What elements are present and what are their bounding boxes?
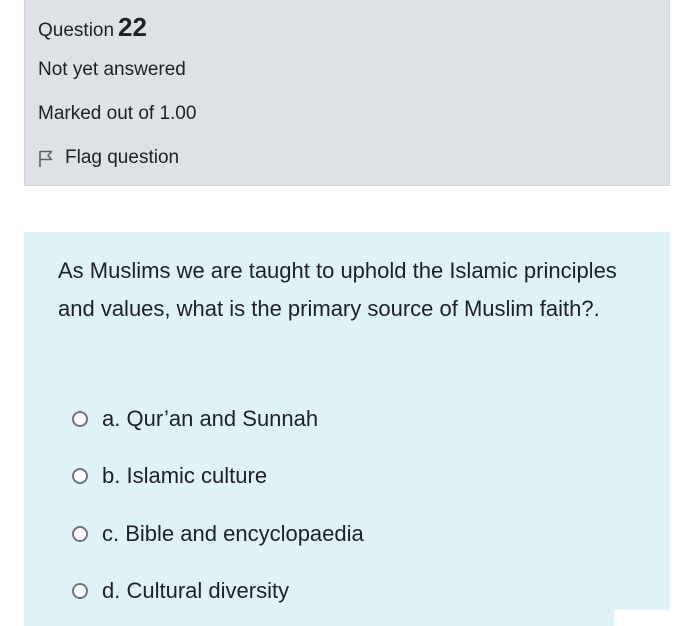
answer-letter-a: a. bbox=[102, 406, 121, 431]
answer-text-a: Qur’an and Sunnah bbox=[126, 406, 319, 431]
radio-button-c[interactable] bbox=[72, 526, 88, 542]
answer-option-c[interactable]: c. Bible and encyclopaedia bbox=[72, 519, 364, 549]
radio-button-a[interactable] bbox=[72, 411, 88, 427]
flag-outline-icon bbox=[38, 150, 54, 168]
answer-option-a[interactable]: a. Qur’an and Sunnah bbox=[72, 404, 318, 434]
answer-option-d[interactable]: d. Cultural diversity bbox=[72, 576, 289, 606]
answer-label-b: b. Islamic culture bbox=[102, 461, 267, 491]
radio-button-b[interactable] bbox=[72, 468, 88, 484]
page-background-patch bbox=[614, 610, 700, 626]
question-state: Not yet answered bbox=[38, 59, 186, 80]
question-heading: Question 22 bbox=[38, 12, 147, 46]
answer-text-d: Cultural diversity bbox=[126, 578, 290, 603]
question-grade: Marked out of 1.00 bbox=[38, 103, 197, 124]
question-content-panel: As Muslims we are taught to uphold the I… bbox=[24, 232, 670, 626]
answer-letter-d: d. bbox=[102, 578, 121, 603]
question-word: Question bbox=[38, 20, 115, 41]
answer-text-c: Bible and encyclopaedia bbox=[125, 521, 364, 546]
flag-question-label: Flag question bbox=[65, 147, 180, 168]
answer-option-b[interactable]: b. Islamic culture bbox=[72, 461, 267, 491]
answer-letter-c: c. bbox=[102, 521, 120, 546]
question-info-panel: Question 22 Not yet answered Marked out o… bbox=[24, 0, 670, 186]
answer-label-c: c. Bible and encyclopaedia bbox=[102, 519, 364, 549]
answer-label-a: a. Qur’an and Sunnah bbox=[102, 404, 318, 434]
question-number: 22 bbox=[118, 12, 147, 42]
answer-text-b: Islamic culture bbox=[126, 463, 268, 488]
question-text: As Muslims we are taught to uphold the I… bbox=[58, 258, 617, 321]
answer-letter-b: b. bbox=[102, 463, 121, 488]
flag-question-link[interactable]: Flag question bbox=[38, 146, 179, 170]
answer-label-d: d. Cultural diversity bbox=[102, 576, 289, 606]
radio-button-d[interactable] bbox=[72, 583, 88, 599]
